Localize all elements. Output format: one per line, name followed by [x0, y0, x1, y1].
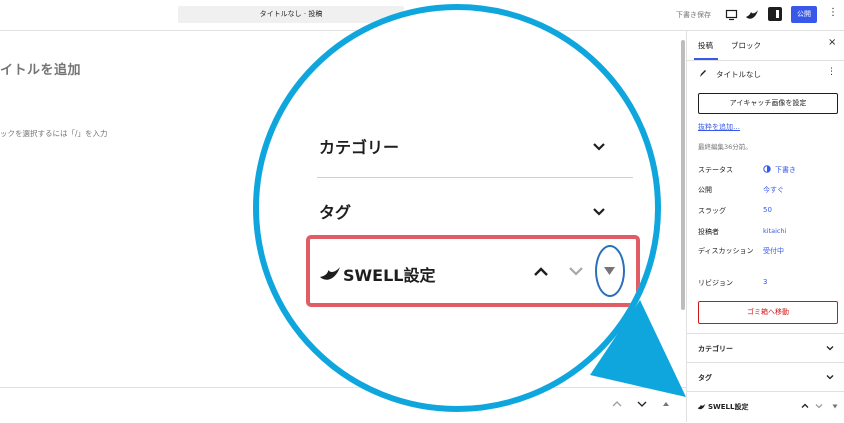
chevron-down-icon: [569, 267, 583, 276]
chevron-up-icon: [534, 267, 548, 276]
chevron-down-icon: [593, 143, 605, 151]
magnified-tag-label: タグ: [319, 203, 352, 222]
magnified-divider: [317, 177, 633, 178]
magnified-category-label: カテゴリー: [319, 138, 400, 157]
swell-logo-icon: [320, 267, 340, 280]
oval-annotation: [595, 245, 625, 297]
magnifier-callout: カテゴリー タグ SWELL設定: [253, 4, 661, 412]
chevron-down-icon: [593, 208, 605, 216]
magnified-swell-label: SWELL設定: [343, 266, 436, 285]
